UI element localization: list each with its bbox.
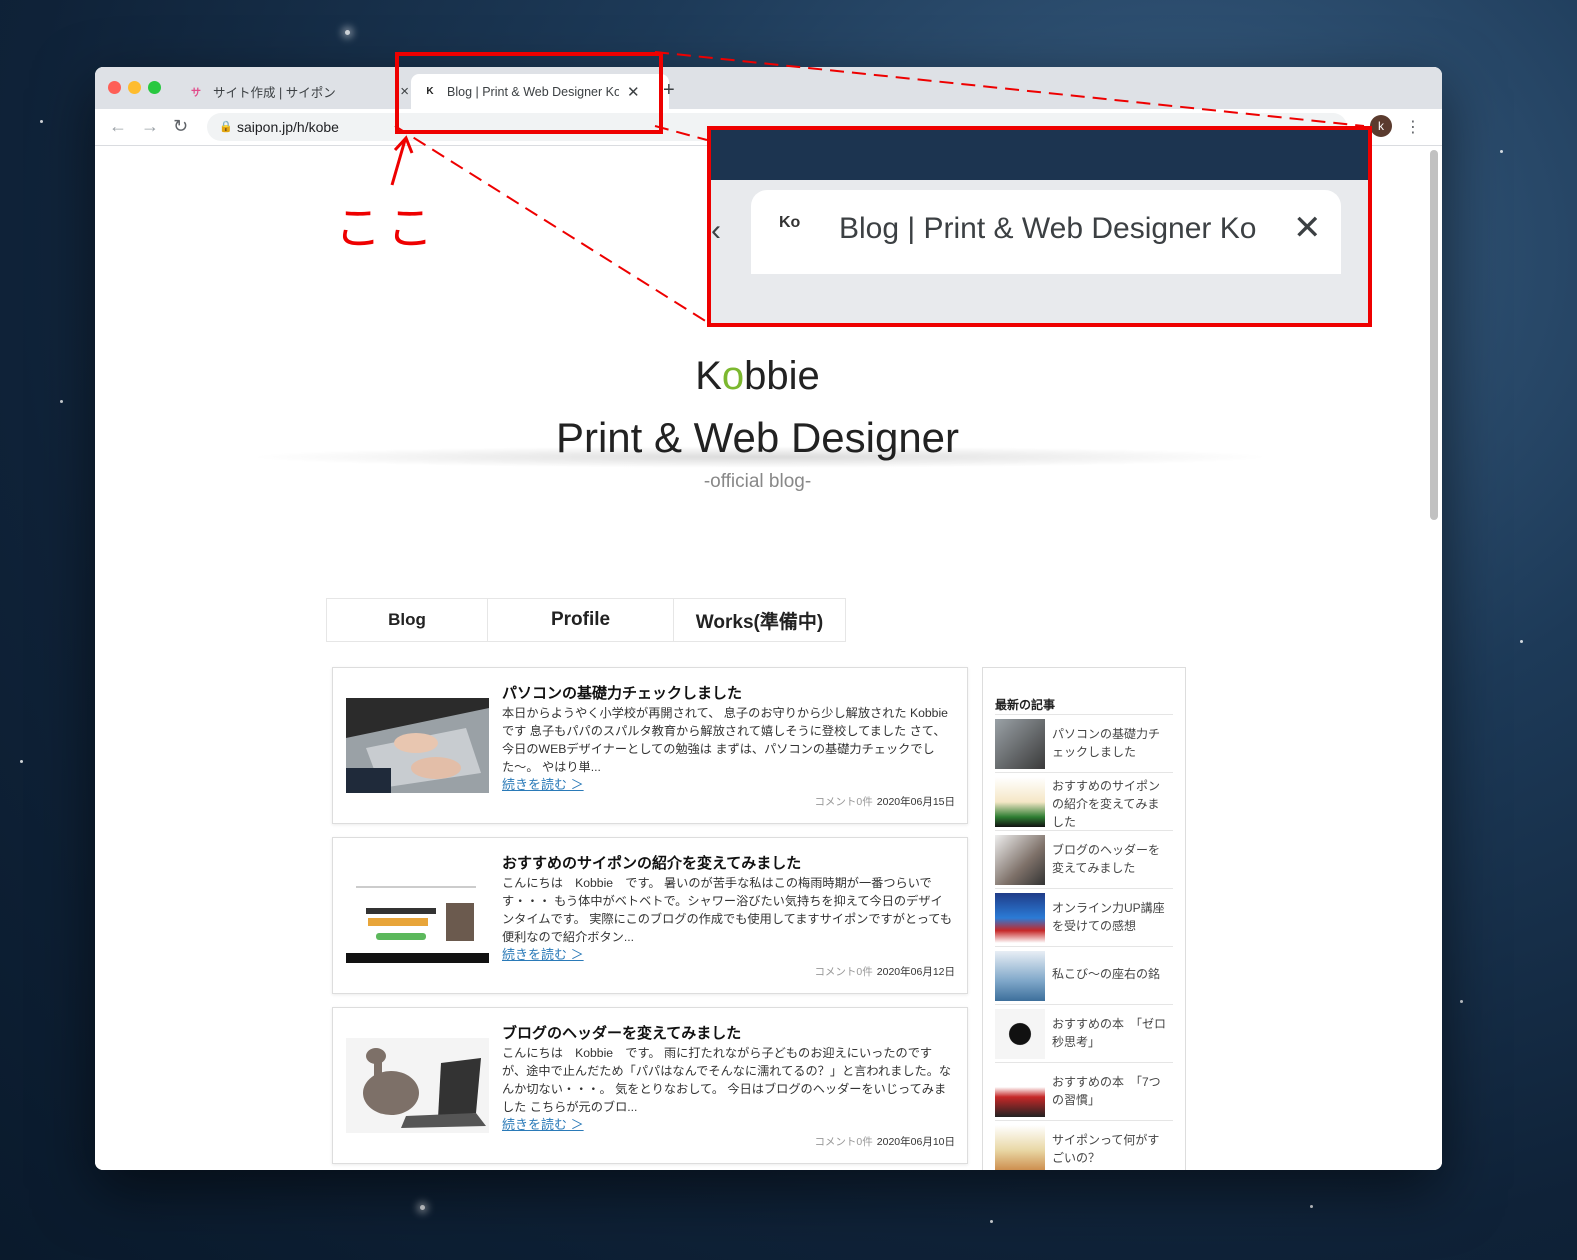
sidebar-thumbnail: [995, 835, 1045, 885]
post-card: パソコンの基礎力チェックしました 本日からようやく小学校が再開されて、 息子のお…: [332, 667, 968, 824]
maximize-window-button[interactable]: [148, 81, 161, 94]
sidebar-item-title[interactable]: おすすめの本 「ゼロ秒思考」: [1052, 1015, 1170, 1051]
star: [1310, 1205, 1313, 1208]
zoom-favicon-icon: Ko: [779, 214, 801, 231]
sidebar-item[interactable]: おすすめの本 「7つの習慣」: [995, 1062, 1173, 1119]
read-more-link[interactable]: 続きを読む ＞: [502, 944, 584, 963]
sidebar-item-title[interactable]: サイポンって何がすごいの？: [1052, 1131, 1170, 1167]
minimize-window-button[interactable]: [128, 81, 141, 94]
post-thumbnail[interactable]: [346, 698, 489, 793]
post-date: 2020年06月10日: [876, 1136, 955, 1148]
site-brand: Kobbie: [95, 354, 1420, 399]
nav-profile[interactable]: Profile: [488, 599, 674, 641]
post-date: 2020年06月15日: [876, 796, 955, 808]
post-meta: コメント0件 2020年06月10日: [814, 1134, 955, 1149]
post-date: 2020年06月12日: [876, 966, 955, 978]
tab-strip: サ サイト作成 | サイポン × K Blog | Print & Web De…: [95, 67, 1442, 109]
handwritten-annotation: ここ: [335, 201, 439, 255]
comment-count[interactable]: コメント0件: [814, 796, 872, 808]
lock-icon: 🔒: [219, 121, 233, 133]
sidebar-item[interactable]: おすすめの本 「ゼロ秒思考」: [995, 1004, 1173, 1061]
sidebar-thumbnail: [995, 951, 1045, 1001]
sidebar-thumbnail: [995, 1009, 1045, 1059]
main-nav: Blog Profile Works(準備中): [326, 598, 846, 642]
recent-posts-sidebar: 最新の記事 パソコンの基礎力チェックしました おすすめのサイポンの紹介を変えてみ…: [982, 667, 1186, 1170]
post-card: ブログのヘッダーを変えてみました こんにちは Kobbie です。 雨に打たれな…: [332, 1007, 968, 1164]
sidebar-item[interactable]: パソコンの基礎力チェックしました: [995, 714, 1173, 771]
read-more-link[interactable]: 続きを読む ＞: [502, 774, 584, 793]
post-excerpt: 本日からようやく小学校が再開されて、 息子のお守りから少し解放された Kobbi…: [502, 706, 948, 774]
more-menu-icon[interactable]: ⋮: [1405, 117, 1421, 137]
post-title[interactable]: パソコンの基礎力チェックしました: [502, 682, 742, 703]
saipon-favicon-icon: サ: [191, 88, 201, 99]
sidebar-item[interactable]: オンライン力UP講座を受けての感想: [995, 888, 1173, 945]
sidebar-thumbnail: [995, 1067, 1045, 1117]
sidebar-thumbnail: [995, 777, 1045, 827]
zoomed-tab-callout: ‹ Ko Blog | Print & Web Designer Ko ✕: [707, 126, 1372, 327]
scrollbar[interactable]: [1430, 150, 1438, 520]
tab-title: サイト作成 | サイポン: [213, 86, 336, 100]
sidebar-item-title[interactable]: おすすめのサイポンの紹介を変えてみました: [1052, 777, 1170, 831]
post-title[interactable]: おすすめのサイポンの紹介を変えてみました: [502, 852, 801, 873]
read-more-link[interactable]: 続きを読む ＞: [502, 1114, 584, 1133]
star: [345, 30, 350, 35]
post-excerpt: こんにちは Kobbie です。 雨に打たれながら子どものお迎えにいったのですが…: [502, 1046, 952, 1114]
sidebar-item-title[interactable]: 私こび〜の座右の銘: [1052, 965, 1170, 983]
post-meta: コメント0件 2020年06月12日: [814, 964, 955, 979]
post-thumbnail[interactable]: [346, 868, 489, 963]
sidebar-thumbnail: [995, 719, 1045, 769]
star: [990, 1220, 993, 1223]
tab-highlight-box: [395, 52, 663, 134]
star: [420, 1205, 425, 1210]
post-card: おすすめのサイポンの紹介を変えてみました こんにちは Kobbie です。 暑い…: [332, 837, 968, 994]
sidebar-item-title[interactable]: おすすめの本 「7つの習慣」: [1052, 1073, 1170, 1109]
brand-text: K: [695, 354, 722, 398]
star: [20, 760, 23, 763]
comment-count[interactable]: コメント0件: [814, 1136, 872, 1148]
nav-blog[interactable]: Blog: [327, 599, 488, 641]
star: [40, 120, 43, 123]
new-tab-icon[interactable]: +: [663, 79, 675, 102]
zoom-tab-title: Blog | Print & Web Designer Ko: [839, 212, 1257, 245]
brand-o: o: [721, 354, 745, 398]
tab-saipon[interactable]: サ サイト作成 | サイポン ×: [177, 74, 419, 109]
sidebar-item[interactable]: サイポンって何がすごいの？: [995, 1120, 1173, 1170]
zoom-prev-close-icon: ‹: [711, 214, 721, 247]
sidebar-item-title[interactable]: ブログのヘッダーを変えてみました: [1052, 841, 1170, 877]
star: [1520, 640, 1523, 643]
sidebar-heading: 最新の記事: [995, 698, 1056, 712]
sidebar-thumbnail: [995, 1125, 1045, 1170]
sidebar-thumbnail: [995, 893, 1045, 943]
header-shadow: [245, 446, 1275, 468]
brand-text: bbie: [744, 354, 820, 398]
post-title[interactable]: ブログのヘッダーを変えてみました: [502, 1022, 741, 1043]
url-text: saipon.jp/h/kobe: [237, 119, 339, 135]
forward-icon[interactable]: →: [141, 116, 159, 137]
site-tagline: -official blog-: [703, 471, 812, 492]
zoom-close-icon: ✕: [1293, 209, 1322, 247]
zoom-background: [711, 130, 1368, 180]
reload-icon[interactable]: ↻: [173, 116, 188, 137]
back-icon[interactable]: ←: [109, 116, 127, 137]
star: [1460, 1000, 1463, 1003]
post-excerpt: こんにちは Kobbie です。 暑いのが苦手な私はこの梅雨時期が一番つらいです…: [502, 876, 953, 944]
star: [60, 400, 63, 403]
sidebar-item-title[interactable]: パソコンの基礎力チェックしました: [1052, 725, 1170, 761]
sidebar-item-title[interactable]: オンライン力UP講座を受けての感想: [1052, 899, 1170, 935]
profile-avatar[interactable]: k: [1370, 115, 1392, 137]
post-thumbnail[interactable]: [346, 1038, 489, 1133]
star: [1500, 150, 1503, 153]
post-meta: コメント0件 2020年06月15日: [814, 794, 955, 809]
nav-works[interactable]: Works(準備中): [674, 599, 845, 641]
comment-count[interactable]: コメント0件: [814, 966, 872, 978]
close-window-button[interactable]: [108, 81, 121, 94]
sidebar-item[interactable]: ブログのヘッダーを変えてみました: [995, 830, 1173, 887]
sidebar-item[interactable]: おすすめのサイポンの紹介を変えてみました: [995, 772, 1173, 829]
sidebar-item[interactable]: 私こび〜の座右の銘: [995, 946, 1173, 1003]
